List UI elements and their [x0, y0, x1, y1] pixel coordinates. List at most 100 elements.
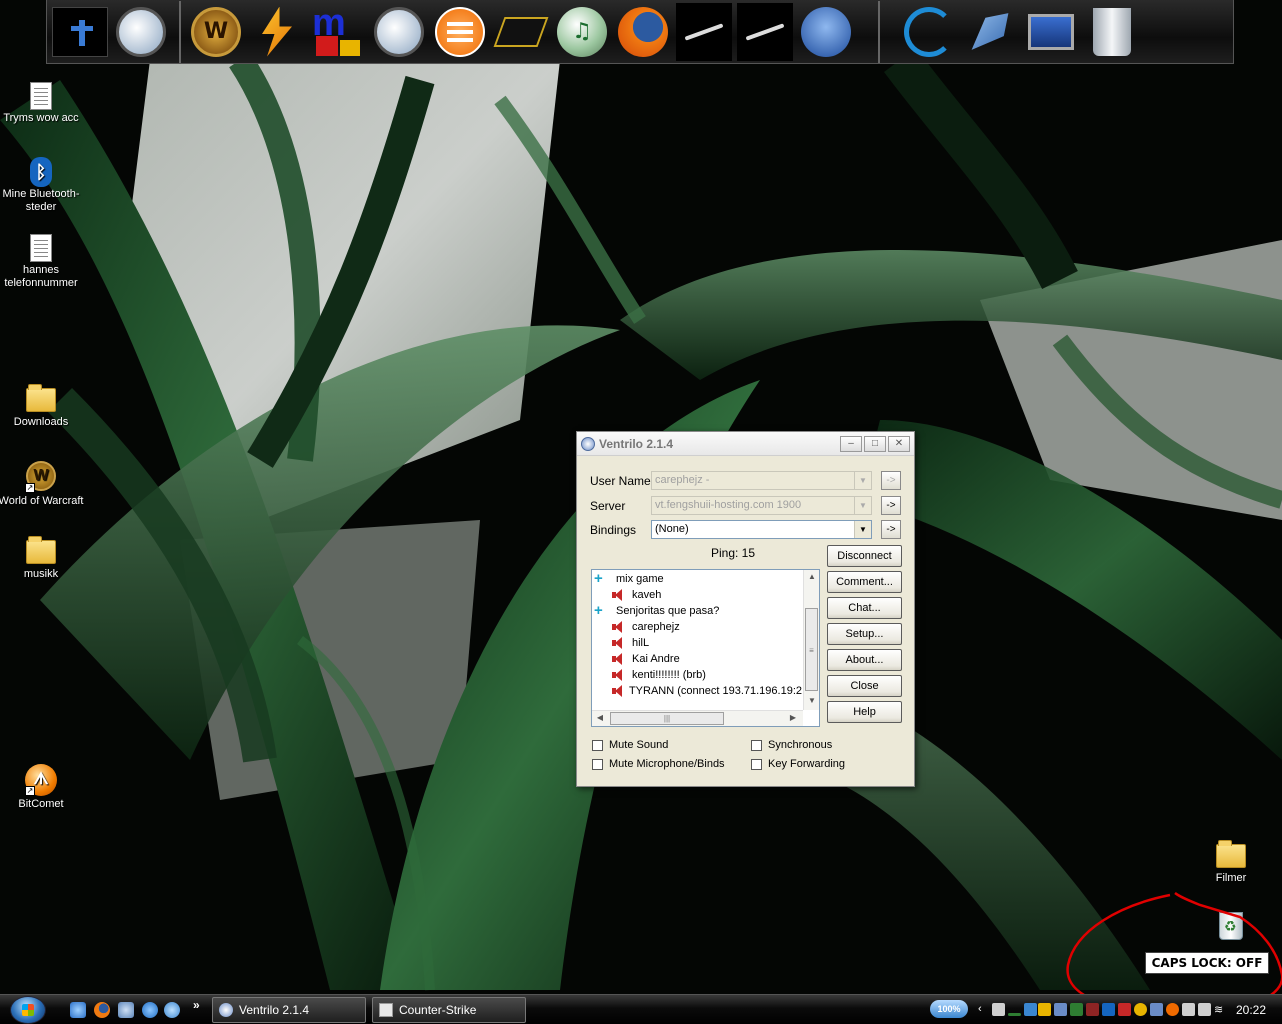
desktop-icon-filmer[interactable]: Filmer — [1188, 840, 1274, 885]
desktop-icon-tryms-wow-acc[interactable]: Tryms wow acc — [0, 80, 84, 125]
firefox-icon[interactable] — [614, 3, 672, 61]
firefox-icon[interactable] — [94, 1002, 110, 1018]
tray-icon[interactable] — [1054, 1003, 1067, 1016]
about-button[interactable]: About... — [827, 649, 902, 671]
objectdock-icon[interactable] — [900, 3, 958, 61]
tree-user[interactable]: kenti!!!!!!!! (brb) — [612, 667, 706, 683]
security-tray-icon[interactable] — [1134, 1003, 1147, 1016]
checkbox-box[interactable] — [592, 758, 603, 770]
headset-icon[interactable] — [370, 3, 428, 61]
horizontal-scroll-thumb[interactable]: ||| — [610, 712, 724, 725]
headset-icon[interactable] — [112, 3, 170, 61]
tray-icon[interactable] — [1070, 1003, 1083, 1016]
tray-icon[interactable] — [1008, 1013, 1021, 1016]
maximize-button[interactable]: □ — [864, 435, 886, 452]
mute-sound-checkbox[interactable]: Mute Sound — [592, 739, 668, 751]
wifi-icon[interactable]: ≋ — [1214, 1003, 1227, 1016]
tree-channel[interactable]: + mix game — [594, 571, 664, 587]
bindings-combo[interactable]: (None) ▼ — [651, 520, 872, 539]
server-edit-button[interactable]: -> — [881, 496, 901, 515]
winamp-icon[interactable] — [248, 3, 306, 61]
tray-icon[interactable] — [1150, 1003, 1163, 1016]
steam-icon[interactable] — [736, 2, 794, 61]
speaker-icon — [612, 589, 624, 601]
world-of-warcraft-icon[interactable]: W — [187, 3, 245, 61]
desktop-icon-bitcomet[interactable]: ᗑ ↗ BitComet — [0, 764, 84, 811]
tree-user[interactable]: TYRANN (connect 193.71.196.19:2 — [612, 683, 802, 699]
close-button[interactable]: Close — [827, 675, 902, 697]
taskbar-button-label: Ventrilo 2.1.4 — [239, 1003, 310, 1017]
tray-expand-icon[interactable]: ‹ — [978, 1003, 991, 1016]
clock[interactable]: 20:22 — [1236, 1003, 1266, 1017]
thunderbird-icon[interactable] — [797, 3, 855, 61]
synchronous-checkbox[interactable]: Synchronous — [751, 739, 832, 751]
tree-user[interactable]: carephejz — [612, 619, 680, 635]
tray-icon[interactable] — [1086, 1003, 1099, 1016]
recycle-bin-icon[interactable] — [1083, 3, 1141, 61]
desktop-icon-hannes-telefonnummer[interactable]: hannes telefonnummer — [0, 232, 84, 290]
scroll-down-icon[interactable]: ▼ — [805, 694, 819, 708]
start-button[interactable] — [10, 996, 46, 1024]
quick-launch-more-button[interactable]: » — [193, 998, 200, 1012]
vertical-scrollbar[interactable]: ▲ ≡ ▼ — [803, 570, 819, 710]
mirc-icon[interactable]: m — [309, 3, 367, 61]
monitor-tray-icon[interactable] — [1182, 1003, 1195, 1016]
pen-tool-icon[interactable] — [961, 3, 1019, 61]
mute-microphone-checkbox[interactable]: Mute Microphone/Binds — [592, 758, 725, 770]
expand-plus-icon[interactable]: + — [594, 571, 606, 586]
scroll-left-icon[interactable]: ◀ — [593, 711, 607, 725]
search-icon[interactable] — [142, 1002, 158, 1018]
bindings-row: Bindings (None) ▼ -> — [590, 520, 901, 539]
key-forwarding-checkbox[interactable]: Key Forwarding — [751, 758, 845, 770]
tree-user[interactable]: kaveh — [612, 587, 661, 603]
bindings-edit-button[interactable]: -> — [881, 520, 901, 539]
tree-user[interactable]: Kai Andre — [612, 651, 680, 667]
minimize-button[interactable]: ‒ — [840, 435, 862, 452]
ventrilo-icon — [219, 1003, 233, 1017]
itunes-icon[interactable]: ♫ — [553, 3, 611, 61]
checkbox-box[interactable] — [751, 739, 762, 751]
comment-button[interactable]: Comment... — [827, 571, 902, 593]
vertical-scroll-thumb[interactable]: ≡ — [805, 608, 818, 691]
checkbox-box[interactable] — [592, 739, 603, 751]
tree-channel[interactable]: + Senjoritas que pasa? — [594, 603, 719, 619]
flag-icon[interactable] — [1038, 1003, 1051, 1016]
help-button[interactable]: Help — [827, 701, 902, 723]
monitor-icon[interactable] — [1022, 3, 1080, 61]
counter-strike-icon — [379, 1003, 393, 1017]
zoom-badge[interactable]: 100% — [930, 1000, 968, 1018]
expand-plus-icon[interactable]: + — [594, 603, 606, 618]
desktop-icon-bluetooth-places[interactable]: ᛒ Mine Bluetooth-steder — [0, 156, 84, 214]
close-window-button[interactable]: ✕ — [888, 435, 910, 452]
window-titlebar[interactable]: Ventrilo 2.1.4 ‒ □ ✕ — [577, 432, 914, 456]
taskbar-button-ventrilo[interactable]: Ventrilo 2.1.4 — [212, 997, 366, 1023]
desktop-icon-musikk[interactable]: musikk — [0, 536, 84, 581]
usb-tray-icon[interactable] — [1198, 1003, 1211, 1016]
chip-icon[interactable] — [492, 3, 550, 61]
scroll-right-icon[interactable]: ▶ — [786, 711, 800, 725]
disconnect-button[interactable]: Disconnect — [827, 545, 902, 567]
setup-button[interactable]: Setup... — [827, 623, 902, 645]
tree-user[interactable]: hilL — [612, 635, 649, 651]
network-icon[interactable] — [118, 1002, 134, 1018]
steam-tray-icon[interactable] — [992, 1003, 1005, 1016]
desktop-icon-downloads[interactable]: Downloads — [0, 384, 84, 429]
channel-tree[interactable]: + mix game kaveh + Senjoritas que pasa? … — [591, 569, 820, 727]
tray-icon[interactable] — [1024, 1003, 1037, 1016]
desktop-icon-recycle-bin[interactable] — [1188, 910, 1274, 942]
vlc-menu-icon[interactable] — [431, 3, 489, 61]
checkbox-box[interactable] — [751, 758, 762, 770]
internet-explorer-icon[interactable] — [70, 1002, 86, 1018]
tray-icon[interactable] — [1166, 1003, 1179, 1016]
horizontal-scrollbar[interactable]: ◀ ||| ▶ — [592, 710, 803, 726]
counter-strike-icon[interactable] — [51, 3, 109, 61]
bluetooth-tray-icon[interactable] — [1102, 1003, 1115, 1016]
scroll-up-icon[interactable]: ▲ — [805, 570, 819, 584]
steam-icon[interactable] — [675, 2, 733, 61]
taskbar-button-counter-strike[interactable]: Counter-Strike — [372, 997, 526, 1023]
show-desktop-icon[interactable] — [164, 1002, 180, 1018]
tray-icon[interactable] — [1118, 1003, 1131, 1016]
chevron-down-icon[interactable]: ▼ — [854, 521, 871, 538]
chat-button[interactable]: Chat... — [827, 597, 902, 619]
desktop-icon-world-of-warcraft[interactable]: W ↗ World of Warcraft — [0, 460, 84, 508]
